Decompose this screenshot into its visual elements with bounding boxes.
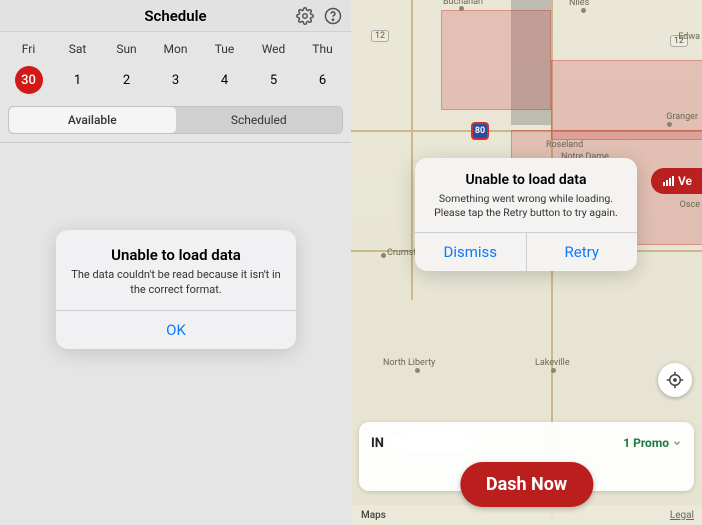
crosshair-icon bbox=[666, 371, 684, 389]
city-dot bbox=[381, 253, 386, 258]
city-dot bbox=[415, 368, 420, 373]
help-icon[interactable] bbox=[323, 6, 343, 26]
city-label: Buchanan bbox=[443, 0, 483, 7]
city-label: Granger bbox=[666, 112, 698, 122]
segment-scheduled[interactable]: Scheduled bbox=[176, 107, 343, 133]
busy-pill[interactable]: Ve bbox=[651, 168, 702, 194]
date-cell[interactable]: 1 bbox=[53, 66, 102, 94]
date-cell[interactable]: 2 bbox=[102, 66, 151, 94]
gear-icon[interactable] bbox=[295, 6, 315, 26]
alert-message: Something went wrong while loading. Plea… bbox=[427, 192, 625, 220]
alert-dialog: Unable to load data Something went wrong… bbox=[415, 158, 637, 271]
date-cell[interactable]: 4 bbox=[200, 66, 249, 94]
segment-available[interactable]: Available bbox=[9, 107, 176, 133]
maps-label: Maps bbox=[361, 510, 386, 521]
alert-title: Unable to load data bbox=[70, 246, 282, 264]
date-number: 6 bbox=[309, 66, 337, 94]
header-bar: Schedule bbox=[0, 0, 351, 32]
city-label: Osce bbox=[680, 200, 700, 210]
busy-pill-label: Ve bbox=[678, 174, 692, 188]
weekday-label: Fri bbox=[4, 42, 53, 56]
map-zone bbox=[551, 60, 702, 140]
region-label-text: IN bbox=[371, 436, 384, 451]
alert-title: Unable to load data bbox=[427, 172, 625, 188]
weekday-label: Tue bbox=[200, 42, 249, 56]
date-cell[interactable]: 6 bbox=[298, 66, 347, 94]
chevron-down-icon bbox=[672, 438, 682, 448]
locate-button[interactable] bbox=[658, 363, 692, 397]
redaction-mark bbox=[389, 430, 479, 452]
date-number: 5 bbox=[260, 66, 288, 94]
alert-buttons: OK bbox=[56, 310, 296, 349]
divider bbox=[0, 142, 351, 143]
segmented-control: Available Scheduled bbox=[8, 106, 343, 134]
city-label: Edwa bbox=[678, 32, 700, 42]
header-actions bbox=[295, 6, 343, 26]
weekday-label: Sat bbox=[53, 42, 102, 56]
date-cell[interactable]: 30 bbox=[4, 66, 53, 94]
date-number: 3 bbox=[162, 66, 190, 94]
region-label: IN bbox=[371, 436, 384, 451]
city-dot bbox=[581, 8, 586, 13]
date-number: 4 bbox=[211, 66, 239, 94]
dash-now-button[interactable]: Dash Now bbox=[460, 462, 593, 507]
weekday-label: Thu bbox=[298, 42, 347, 56]
legal-link[interactable]: Legal bbox=[670, 510, 694, 521]
city-label: North Liberty bbox=[383, 358, 435, 368]
promo-label: 1 Promo bbox=[623, 436, 669, 450]
weekday-row: Fri Sat Sun Mon Tue Wed Thu bbox=[0, 32, 351, 60]
date-number: 1 bbox=[64, 66, 92, 94]
date-number: 2 bbox=[113, 66, 141, 94]
alert-dialog: Unable to load data The data couldn't be… bbox=[56, 230, 296, 349]
alert-dismiss-button[interactable]: Dismiss bbox=[415, 233, 526, 271]
promo-toggle[interactable]: 1 Promo bbox=[623, 436, 682, 450]
city-dot bbox=[551, 368, 556, 373]
weekday-label: Mon bbox=[151, 42, 200, 56]
weekday-label: Wed bbox=[249, 42, 298, 56]
date-cell[interactable]: 3 bbox=[151, 66, 200, 94]
alert-body: Unable to load data Something went wrong… bbox=[415, 158, 637, 232]
alert-ok-button[interactable]: OK bbox=[56, 311, 296, 349]
city-label: Roseland bbox=[546, 140, 583, 150]
map-footer: Maps Legal bbox=[351, 505, 702, 525]
interstate-badge: 80 bbox=[471, 122, 489, 140]
alert-body: Unable to load data The data couldn't be… bbox=[56, 230, 296, 310]
city-label: Niles bbox=[569, 0, 589, 8]
city-label: Lakeville bbox=[535, 358, 570, 368]
highway-badge: 12 bbox=[371, 30, 389, 42]
date-cell[interactable]: 5 bbox=[249, 66, 298, 94]
alert-message: The data couldn't be read because it isn… bbox=[70, 268, 282, 298]
date-number: 30 bbox=[15, 66, 43, 94]
page-title: Schedule bbox=[144, 7, 206, 25]
city-dot bbox=[667, 122, 672, 127]
dates-row: 30 1 2 3 4 5 6 bbox=[0, 60, 351, 106]
alert-retry-button[interactable]: Retry bbox=[526, 233, 638, 271]
weekday-label: Sun bbox=[102, 42, 151, 56]
alert-buttons: Dismiss Retry bbox=[415, 232, 637, 271]
signal-bars-icon bbox=[663, 176, 674, 186]
map-screen: 12 12 80 Buchanan Niles Edwa Granger Ros… bbox=[351, 0, 702, 525]
apple-maps-attribution: Maps bbox=[359, 510, 386, 521]
map-zone bbox=[441, 10, 551, 110]
schedule-screen: Schedule Fri Sat Sun Mon Tue Wed Thu 30 … bbox=[0, 0, 351, 525]
